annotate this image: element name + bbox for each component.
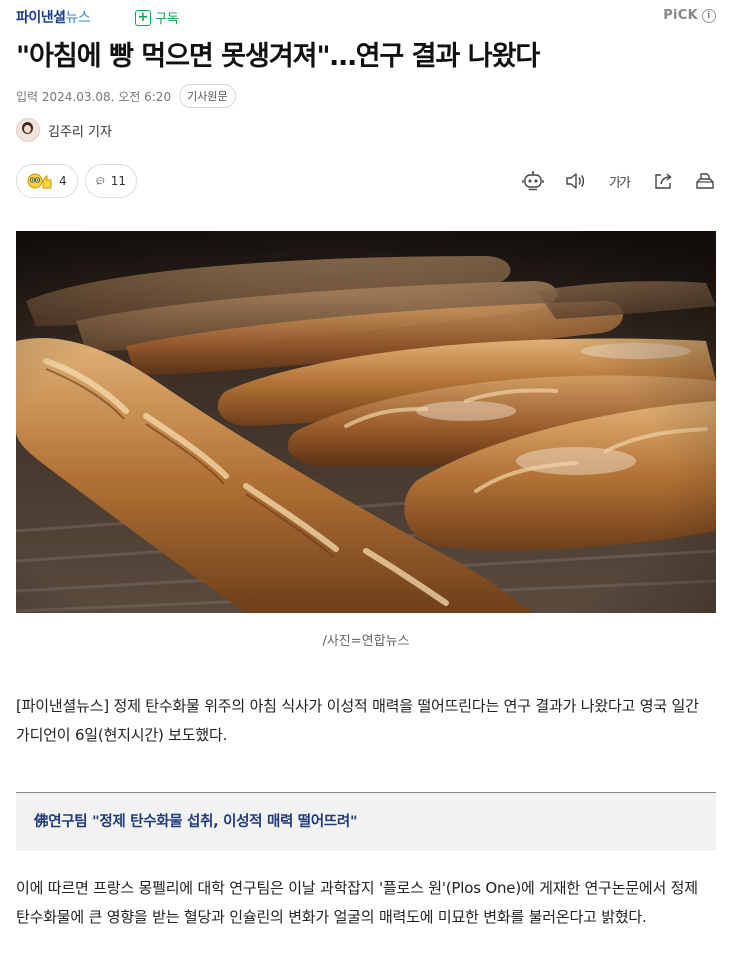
font-size-label: 가가: [609, 175, 631, 191]
comment-count: 11: [110, 174, 126, 188]
article-photo: [16, 231, 716, 613]
comment-icon: [96, 177, 105, 185]
font-size-icon[interactable]: 가가: [606, 170, 632, 192]
plus-icon: +: [135, 9, 151, 26]
pick-badge[interactable]: PiCK i: [663, 8, 716, 23]
pick-label: PiCK: [663, 8, 698, 23]
reaction-count: 4: [59, 174, 67, 188]
info-icon[interactable]: i: [702, 8, 716, 23]
robot-summary-icon[interactable]: [522, 170, 544, 192]
press-logo-part2: 뉴스: [65, 10, 91, 26]
press-logo-part1: 파이낸셜: [16, 10, 66, 26]
subscribe-label: 구독: [155, 12, 179, 27]
original-article-button[interactable]: 기사원문: [179, 84, 236, 108]
article-paragraph-2: 이에 따르면 프랑스 몽펠리에 대학 연구팀은 이날 과학잡지 '플로스 원'(…: [16, 879, 698, 926]
reporter-name: 김주리 기자: [48, 124, 112, 140]
print-icon[interactable]: [694, 170, 716, 192]
press-logo[interactable]: 파이낸셜뉴스: [16, 7, 91, 27]
article-subheading: 佛연구팀 "정제 탄수화물 섭취, 이성적 매력 떨어뜨려": [34, 814, 358, 830]
reaction-emoji-icon: [27, 173, 52, 189]
comment-button[interactable]: 11: [85, 164, 137, 198]
reporter-info[interactable]: 김주리 기자: [16, 118, 112, 142]
article-paragraph-1: [파이낸셜뉴스] 정제 탄수화물 위주의 아침 식사가 이성적 매력을 떨어뜨린…: [16, 697, 699, 744]
reaction-button[interactable]: 4: [16, 164, 78, 198]
baguettes-image: [16, 231, 716, 613]
subscribe-button[interactable]: + 구독: [135, 8, 179, 27]
article-tools: 가가: [522, 170, 716, 192]
speaker-icon[interactable]: [564, 170, 586, 192]
photo-caption: /사진=연합뉴스: [322, 634, 410, 649]
reporter-avatar: [16, 118, 40, 142]
subheading-box: 佛연구팀 "정제 탄수화물 섭취, 이성적 매력 떨어뜨려": [16, 792, 716, 851]
article-title: "아침에 빵 먹으면 못생겨져"…연구 결과 나왔다: [16, 41, 540, 72]
share-icon[interactable]: [652, 170, 674, 192]
publish-date: 입력 2024.03.08. 오전 6:20: [16, 89, 172, 104]
article-meta: 입력 2024.03.08. 오전 6:20 기사원문: [16, 84, 236, 108]
